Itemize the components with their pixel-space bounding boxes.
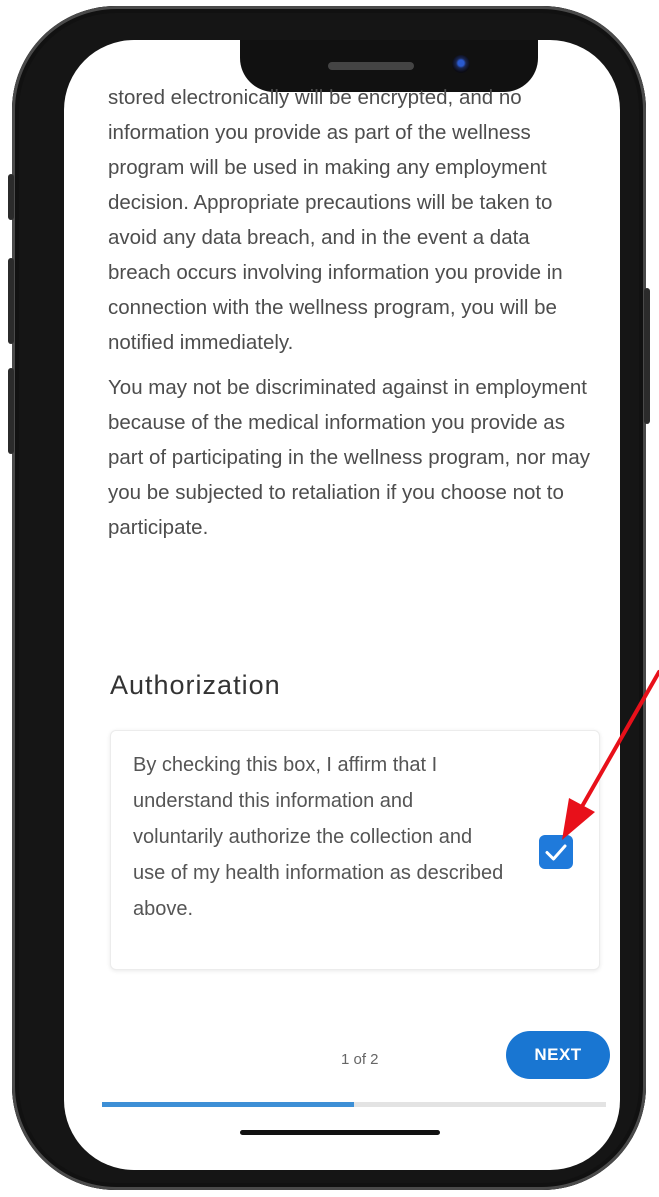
annotation-arrow-icon — [562, 670, 659, 840]
